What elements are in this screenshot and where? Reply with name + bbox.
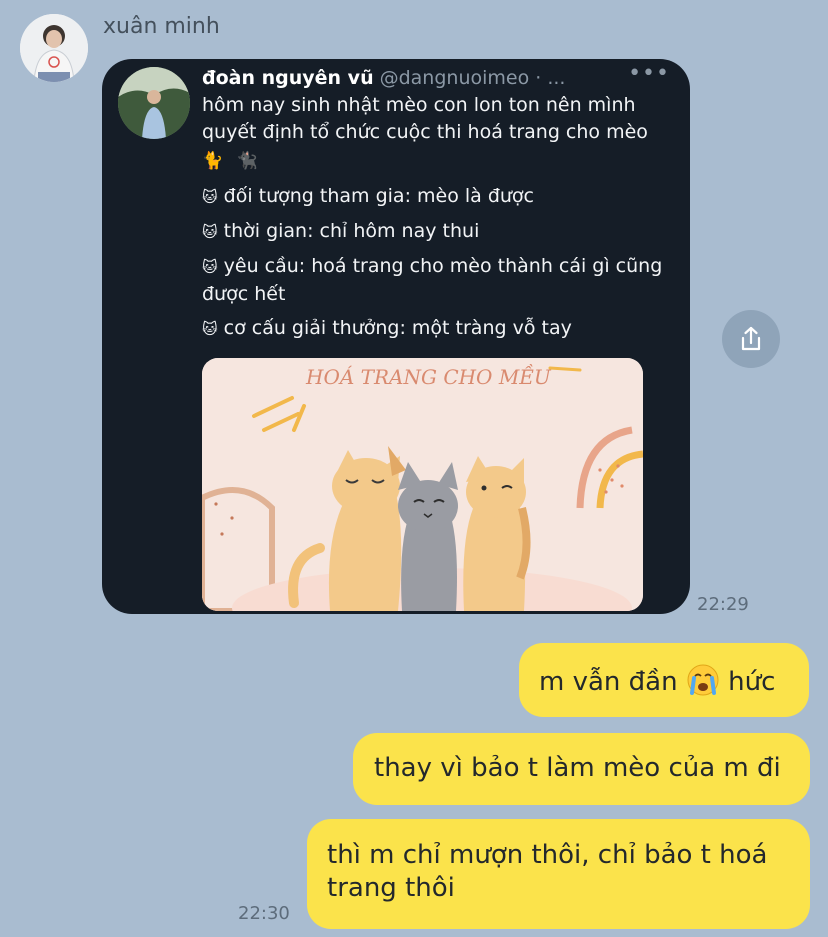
sender-avatar[interactable] [20, 14, 88, 82]
share-button[interactable] [722, 310, 780, 368]
cat-face-icon: 🐱 [202, 258, 218, 276]
message-text: thì m chỉ mượn thôi, chỉ bảo t hoá trang… [327, 840, 768, 903]
more-options-icon[interactable]: ••• [628, 61, 670, 86]
sent-message-bubble[interactable]: thì m chỉ mượn thôi, chỉ bảo t hoá trang… [307, 819, 810, 929]
cat-face-icon: 🐱 [202, 223, 218, 241]
tweet-avatar-photo [118, 67, 190, 139]
message-timestamp: 22:29 [697, 594, 749, 615]
message-text: m vẫn đần [539, 667, 686, 697]
tweet-author-avatar[interactable] [118, 67, 190, 139]
tweet-handle[interactable]: @dangnuoimeo · ... [380, 67, 566, 89]
tweet-bullet-item: 🐱 cơ cấu giải thưởng: một tràng vỗ tay [202, 315, 672, 343]
tweet-bullet-item: 🐱 đối tượng tham gia: mèo là được [202, 183, 672, 211]
crying-face-icon [687, 664, 719, 696]
sent-message-bubble[interactable]: thay vì bảo t làm mèo của m đi [353, 733, 810, 805]
cat-face-icon: 🐱 [202, 320, 218, 338]
message-text: thay vì bảo t làm mèo của m đi [374, 753, 781, 783]
share-icon [741, 326, 761, 351]
tweet-image[interactable]: HOÁ TRANG CHO MỀU [202, 358, 643, 611]
sent-message-bubble[interactable]: m vẫn đần hức [519, 643, 809, 717]
tweet-text: hôm nay sinh nhật mèo con lon ton nên mì… [202, 92, 672, 350]
cat-face-icon: 🐱 [202, 188, 218, 206]
message-text: hức [719, 667, 776, 697]
tweet-bullet-item: 🐱 thời gian: chỉ hôm nay thui [202, 218, 672, 246]
shared-tweet-card[interactable]: đoàn nguyên vũ @dangnuoimeo · ... ••• hôm… [102, 59, 690, 614]
avatar-photo [20, 14, 88, 82]
tweet-display-name[interactable]: đoàn nguyên vũ [202, 67, 374, 89]
image-caption: HOÁ TRANG CHO MỀU [305, 363, 552, 389]
tweet-bullet-item: 🐱 yêu cầu: hoá trang cho mèo thành cái gì… [202, 255, 663, 305]
cat-emojis: 🐈 🐈‍⬛ [202, 151, 262, 171]
sender-name: xuân minh [103, 14, 220, 39]
message-timestamp: 22:30 [238, 903, 290, 924]
cats-costume-illustration: HOÁ TRANG CHO MỀU [202, 358, 643, 611]
tweet-intro: hôm nay sinh nhật mèo con lon ton nên mì… [202, 94, 648, 143]
tweet-header: đoàn nguyên vũ @dangnuoimeo · ... [202, 67, 565, 89]
